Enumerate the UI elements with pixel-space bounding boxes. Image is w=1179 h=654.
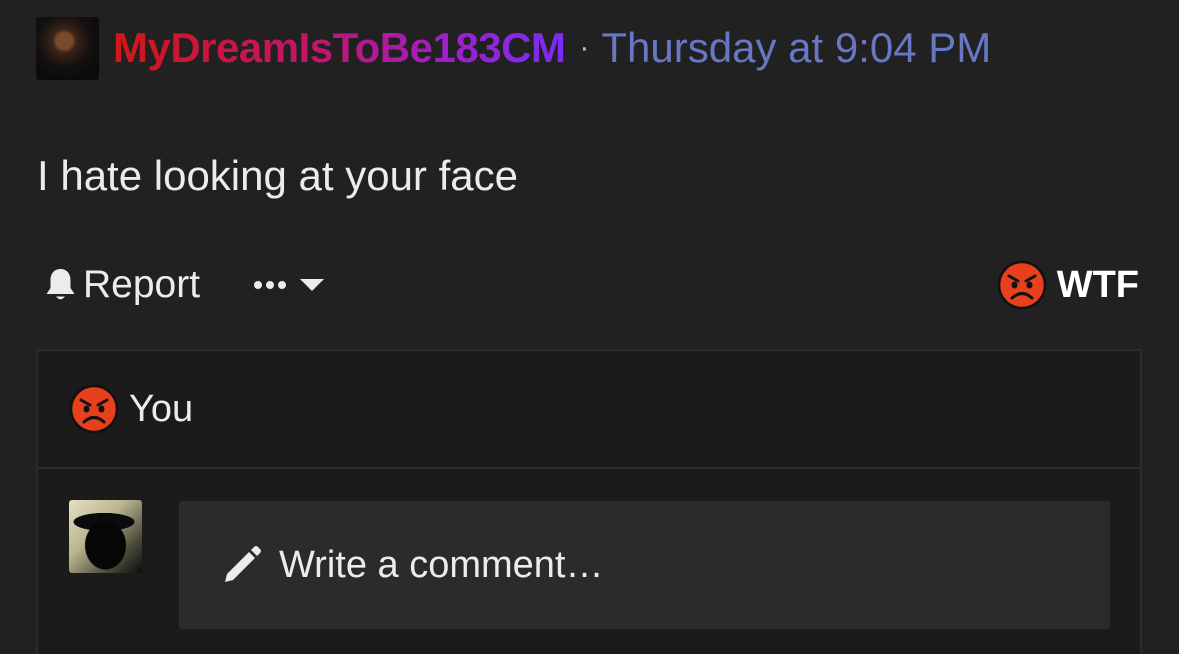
ellipsis-icon	[254, 281, 287, 289]
report-label: Report	[83, 263, 201, 306]
caret-down-icon	[300, 279, 325, 291]
post-actions-bar: Report WTF	[44, 258, 1139, 312]
reaction-label: WTF	[1056, 263, 1139, 306]
post-container: MyDreamIsToBe183CM · Thursday at 9:04 PM…	[0, 0, 1179, 654]
reactions-summary[interactable]: You	[38, 351, 1140, 469]
author-avatar[interactable]	[36, 16, 99, 80]
bell-icon	[46, 269, 75, 300]
post-header: MyDreamIsToBe183CM · Thursday at 9:04 PM	[36, 16, 991, 80]
angry-face-icon	[997, 260, 1046, 310]
header-separator: ·	[579, 31, 590, 64]
current-user-avatar[interactable]	[69, 500, 142, 573]
comment-input[interactable]: Write a comment…	[179, 501, 1110, 629]
reactions-comments-box: You Write a comment…	[36, 349, 1142, 654]
comment-placeholder: Write a comment…	[279, 543, 604, 586]
more-options-button[interactable]	[252, 277, 326, 293]
post-message: I hate looking at your face	[37, 152, 518, 199]
report-button[interactable]: Report	[44, 263, 200, 307]
reaction-button[interactable]: WTF	[997, 260, 1139, 310]
angry-face-icon	[69, 384, 119, 434]
pencil-icon	[225, 546, 261, 582]
reactors-label: You	[129, 387, 194, 430]
post-timestamp[interactable]: Thursday at 9:04 PM	[601, 24, 991, 72]
author-username[interactable]: MyDreamIsToBe183CM	[113, 24, 566, 72]
